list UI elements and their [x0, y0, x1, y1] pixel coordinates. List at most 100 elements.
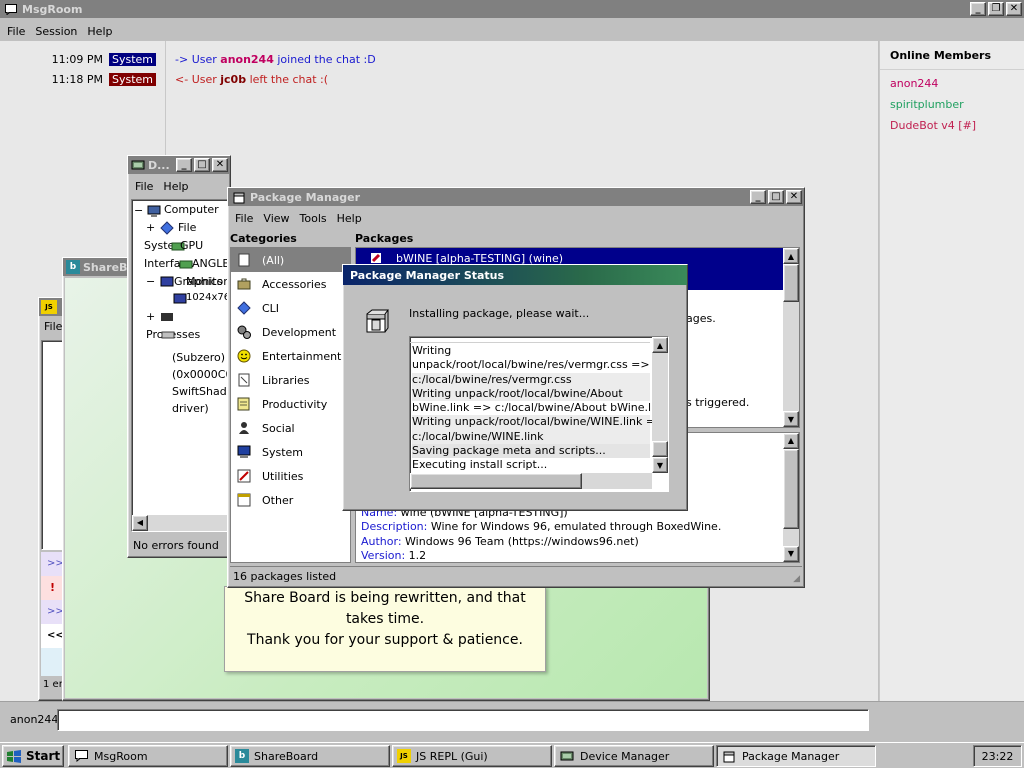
tree-item-resolution[interactable]: 1024x768: [186, 292, 230, 303]
scroll-up-button[interactable]: ▲: [652, 337, 668, 353]
task-shareboard[interactable]: b ShareBoard: [230, 745, 390, 767]
notice-line: Share Board is being rewritten, and that: [244, 590, 526, 606]
category-item[interactable]: Productivity: [231, 392, 350, 416]
category-item[interactable]: Development: [231, 320, 350, 344]
package-manager-titlebar[interactable]: Package Manager _ □ ✕: [228, 188, 804, 206]
scroll-thumb[interactable]: [410, 473, 582, 489]
scroll-up-button[interactable]: ▲: [783, 248, 799, 264]
menu-help[interactable]: Help: [158, 180, 193, 193]
menu-view[interactable]: View: [258, 212, 294, 225]
message-input[interactable]: [57, 709, 869, 731]
msgroom-titlebar[interactable]: MsgRoom _ ❐ ✕: [0, 0, 1024, 18]
start-button[interactable]: Start: [2, 745, 64, 767]
system-tray-clock[interactable]: 23:22: [973, 745, 1022, 767]
scroll-left-button[interactable]: ◀: [132, 515, 148, 531]
horizontal-scrollbar[interactable]: ◀: [132, 515, 230, 531]
task-jsrepl[interactable]: JS JS REPL (Gui): [392, 745, 552, 767]
members-divider: [880, 69, 1024, 70]
menu-file[interactable]: File: [230, 212, 258, 225]
category-item[interactable]: Utilities: [231, 464, 350, 488]
notice-line: takes time.: [345, 611, 425, 627]
device-manager-menubar: File Help: [128, 174, 230, 198]
username-link[interactable]: anon244: [220, 53, 274, 66]
input-bar: anon244: [0, 701, 1024, 742]
scroll-thumb[interactable]: [783, 264, 799, 302]
packages-scrollbar[interactable]: ▲ ▼: [783, 248, 799, 427]
menu-help[interactable]: Help: [82, 25, 117, 38]
chat-icon: [3, 1, 19, 17]
category-item[interactable]: Libraries: [231, 368, 350, 392]
task-label: ShareBoard: [254, 749, 319, 763]
tree-item-monitor[interactable]: Monitor: [186, 275, 228, 288]
member-item[interactable]: DudeBot v4 [#]: [890, 119, 976, 132]
tree-expander[interactable]: −: [134, 204, 143, 217]
log-horizontal-scrollbar[interactable]: [410, 473, 652, 489]
category-item[interactable]: Entertainment: [231, 344, 350, 368]
restore-button[interactable]: ❐: [988, 2, 1004, 16]
detail-label: Version:: [361, 549, 406, 562]
menu-tools[interactable]: Tools: [295, 212, 332, 225]
task-msgroom[interactable]: MsgRoom: [68, 745, 228, 767]
category-item[interactable]: System: [231, 440, 350, 464]
device-manager-titlebar[interactable]: D... _ □ ✕: [128, 156, 230, 174]
message-row: 11:09 PM System -> User anon244 joined t…: [0, 51, 870, 67]
log-line: Writing unpack/root/local/bwine/WINE.lin…: [412, 415, 665, 430]
category-item[interactable]: Social: [231, 416, 350, 440]
scroll-up-button[interactable]: ▲: [783, 433, 799, 449]
tree-expander[interactable]: −: [146, 275, 155, 288]
close-button[interactable]: ✕: [1006, 2, 1022, 16]
task-package-manager[interactable]: Package Manager: [716, 745, 876, 767]
tree-item-file[interactable]: File: [178, 221, 196, 234]
menu-file[interactable]: File: [130, 180, 158, 193]
member-item[interactable]: spiritplumber: [890, 98, 964, 111]
notepad-icon: [236, 396, 252, 412]
category-item[interactable]: Other: [231, 488, 350, 512]
menu-session[interactable]: Session: [30, 25, 82, 38]
category-item-selected[interactable]: (All): [231, 248, 350, 272]
task-device-manager[interactable]: Device Manager: [554, 745, 714, 767]
tree-expander[interactable]: +: [146, 221, 155, 234]
maximize-button[interactable]: □: [194, 158, 210, 172]
tree-item-computer[interactable]: Computer: [164, 203, 219, 216]
tree-item-gpu[interactable]: GPU: [180, 239, 203, 252]
category-label: (All): [262, 253, 285, 267]
scroll-down-button[interactable]: ▼: [652, 457, 668, 473]
tree-item-detail[interactable]: (Subzero): [172, 351, 225, 364]
log-vertical-scrollbar[interactable]: ▲ ▼: [652, 337, 668, 473]
minimize-button[interactable]: _: [750, 190, 766, 204]
menu-help[interactable]: Help: [332, 212, 367, 225]
scroll-thumb[interactable]: [783, 449, 799, 529]
task-label: Package Manager: [742, 749, 840, 763]
menu-file[interactable]: File: [2, 25, 30, 38]
start-label: Start: [26, 749, 61, 763]
close-button[interactable]: ✕: [786, 190, 802, 204]
minimize-button[interactable]: _: [176, 158, 192, 172]
status-message: Installing package, please wait...: [409, 307, 590, 320]
member-item[interactable]: anon244: [890, 77, 938, 90]
tree-item-detail[interactable]: (0x0000C0D: [172, 368, 230, 381]
minimize-button[interactable]: _: [970, 2, 986, 16]
resize-grip-icon[interactable]: ◢: [793, 574, 800, 584]
category-item[interactable]: Accessories: [231, 272, 350, 296]
scroll-down-button[interactable]: ▼: [783, 411, 799, 427]
close-button[interactable]: ✕: [212, 158, 228, 172]
tree-expander[interactable]: +: [146, 310, 155, 323]
package-manager-menubar: File View Tools Help: [228, 206, 804, 230]
maximize-button[interactable]: □: [768, 190, 784, 204]
members-title: Online Members: [890, 49, 992, 62]
join-arrow: ->: [175, 52, 189, 66]
tree-item-angle[interactable]: ANGLE: [192, 257, 229, 270]
category-item[interactable]: CLI: [231, 296, 350, 320]
system-tag: System: [109, 72, 156, 86]
category-label: Social: [262, 421, 295, 435]
scroll-thumb[interactable]: [652, 441, 668, 457]
task-label: JS REPL (Gui): [416, 749, 488, 763]
tree-item-detail[interactable]: driver): [172, 402, 209, 415]
device-manager-icon: [130, 157, 146, 173]
username-link[interactable]: jc0b: [220, 73, 246, 86]
scroll-down-button[interactable]: ▼: [783, 546, 799, 562]
status-dialog-titlebar[interactable]: Package Manager Status: [343, 265, 687, 285]
message-text: -> User anon244 joined the chat :D: [175, 53, 376, 66]
details-scrollbar[interactable]: ▲ ▼: [783, 433, 799, 562]
tree-item-detail[interactable]: SwiftShade: [172, 385, 230, 398]
